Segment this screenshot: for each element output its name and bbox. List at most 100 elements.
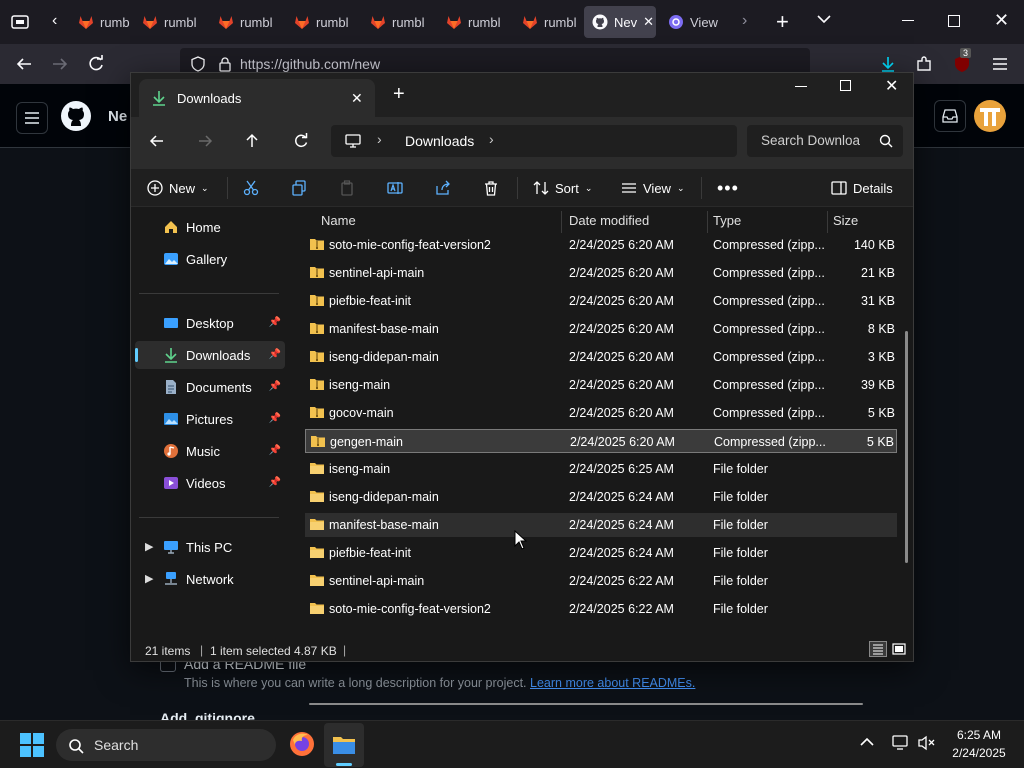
more-options-icon[interactable]: ••• [717,173,739,203]
browser-tab[interactable]: rumbl [70,6,130,38]
file-row[interactable]: soto-mie-config-feat-version2 2/24/2025 6… [305,233,897,257]
column-size[interactable]: Size [833,213,858,228]
paste-icon[interactable] [339,173,355,203]
clock-time[interactable]: 6:25 AM [946,728,1012,742]
file-explorer-taskbar-button[interactable] [324,723,364,767]
nav-item-gallery[interactable]: Gallery [135,245,285,273]
pin-icon[interactable]: 📌 [269,477,281,488]
windows-start-icon[interactable] [20,733,44,757]
file-row[interactable]: sentinel-api-main 2/24/2025 6:22 AM File f… [305,569,897,593]
column-divider[interactable] [561,211,562,233]
column-name[interactable]: Name [321,213,356,228]
browser-tab[interactable]: rumbl [362,6,432,38]
shield-icon[interactable] [190,56,206,72]
nav-item-home[interactable]: Home [135,213,285,241]
file-row[interactable]: iseng-didepan-main 2/24/2025 6:20 AM Compr… [305,345,897,369]
back-icon[interactable] [12,52,36,76]
column-divider[interactable] [827,211,828,233]
column-type[interactable]: Type [713,213,741,228]
list-all-tabs-icon[interactable] [817,14,831,24]
refresh-icon[interactable] [293,133,309,149]
breadcrumb[interactable]: Downloads [405,133,474,149]
lock-icon[interactable] [218,56,232,72]
clock-date[interactable]: 2/24/2025 [946,746,1012,760]
view-button[interactable]: View ⌄ [621,173,685,203]
chevron-right-icon[interactable]: ▶ [145,540,153,553]
share-icon[interactable] [435,173,451,203]
cut-icon[interactable] [243,173,259,203]
horizontal-scrollbar[interactable] [309,703,863,705]
file-row[interactable]: gengen-main 2/24/2025 6:20 AM Compressed (… [305,429,897,453]
pin-icon[interactable]: 📌 [269,413,281,424]
file-row[interactable]: iseng-main 2/24/2025 6:25 AM File folder [305,457,897,481]
minimize-icon[interactable] [902,20,914,21]
file-row[interactable]: piefbie-feat-init 2/24/2025 6:24 AM File f… [305,541,897,565]
browser-tab[interactable]: Nev ✕ [584,6,656,38]
tab-scroll-left-icon[interactable]: ‹ [52,12,57,30]
browser-tab[interactable]: rumbl [134,6,204,38]
nav-item-network[interactable]: ▶ Network [135,565,285,593]
sort-button[interactable]: Sort ⌄ [533,173,592,203]
volume-muted-icon[interactable] [918,735,936,751]
rename-icon[interactable] [387,173,403,203]
url-text[interactable]: https://github.com/new [240,56,380,72]
browser-tab[interactable]: rumbl [438,6,508,38]
back-icon[interactable] [149,133,165,149]
taskbar-search[interactable]: Search [56,729,276,761]
restore-icon[interactable] [948,15,960,27]
column-date-modified[interactable]: Date modified [569,213,649,228]
forward-icon[interactable] [197,133,213,149]
nav-item-this-pc[interactable]: ▶ This PC [135,533,285,561]
details-view-icon[interactable] [869,641,887,657]
details-button[interactable]: Details [831,173,893,203]
browser-tab[interactable]: rumbl [286,6,356,38]
nav-item-videos[interactable]: Videos 📌 [135,469,285,497]
extensions-icon[interactable] [912,52,936,76]
file-row[interactable]: iseng-main 2/24/2025 6:20 AM Compressed (z… [305,373,897,397]
close-icon[interactable]: ✕ [994,10,1009,31]
pin-icon[interactable]: 📌 [269,445,281,456]
new-tab-icon[interactable]: + [393,83,405,106]
search-input[interactable]: Search Downloa [747,125,903,157]
browser-tab[interactable]: View [660,6,738,38]
close-tab-icon[interactable]: ✕ [351,90,363,107]
nav-item-documents[interactable]: Documents 📌 [135,373,285,401]
forward-icon[interactable] [48,52,72,76]
learn-more-readmes-link[interactable]: Learn more about READMEs. [530,676,695,690]
delete-icon[interactable] [483,173,499,203]
network-status-icon[interactable] [892,735,910,751]
tab-scroll-right-icon[interactable]: › [742,12,747,30]
github-logo-icon[interactable] [60,100,92,132]
nav-item-pictures[interactable]: Pictures 📌 [135,405,285,433]
firefox-icon[interactable] [289,731,315,757]
new-tab-icon[interactable]: + [776,9,789,35]
address-bar[interactable]: › Downloads › [331,125,737,157]
column-divider[interactable] [707,211,708,233]
breadcrumb-chevron-icon[interactable]: › [489,131,494,147]
maximize-icon[interactable] [840,80,851,91]
nav-item-desktop[interactable]: Desktop 📌 [135,309,285,337]
inbox-icon[interactable] [934,100,966,132]
nav-item-downloads[interactable]: Downloads 📌 [135,341,285,369]
browser-tab[interactable]: rumbl [514,6,584,38]
chevron-up-icon[interactable] [860,737,874,747]
file-row[interactable]: piefbie-feat-init 2/24/2025 6:20 AM Compre… [305,289,897,313]
explorer-tab-downloads[interactable]: Downloads ✕ [139,79,375,117]
chevron-right-icon[interactable]: ▶ [145,572,153,585]
copy-icon[interactable] [291,173,307,203]
file-row[interactable]: sentinel-api-main 2/24/2025 6:20 AM Compre… [305,261,897,285]
app-menu-icon[interactable] [988,52,1012,76]
pin-icon[interactable]: 📌 [269,381,281,392]
minimize-icon[interactable] [795,86,807,87]
browser-tab[interactable]: rumbl [210,6,280,38]
avatar[interactable] [974,100,1006,132]
file-row[interactable]: manifest-base-main 2/24/2025 6:20 AM Compr… [305,317,897,341]
file-row[interactable]: iseng-didepan-main 2/24/2025 6:24 AM File … [305,485,897,509]
reload-icon[interactable] [84,52,108,76]
file-row[interactable]: soto-mie-config-feat-version2 2/24/2025 6… [305,597,897,621]
pin-icon[interactable]: 📌 [269,317,281,328]
nav-item-music[interactable]: Music 📌 [135,437,285,465]
tab-overview-icon[interactable] [10,12,30,32]
pin-icon[interactable]: 📌 [269,349,281,360]
file-row[interactable]: gocov-main 2/24/2025 6:20 AM Compressed (z… [305,401,897,425]
